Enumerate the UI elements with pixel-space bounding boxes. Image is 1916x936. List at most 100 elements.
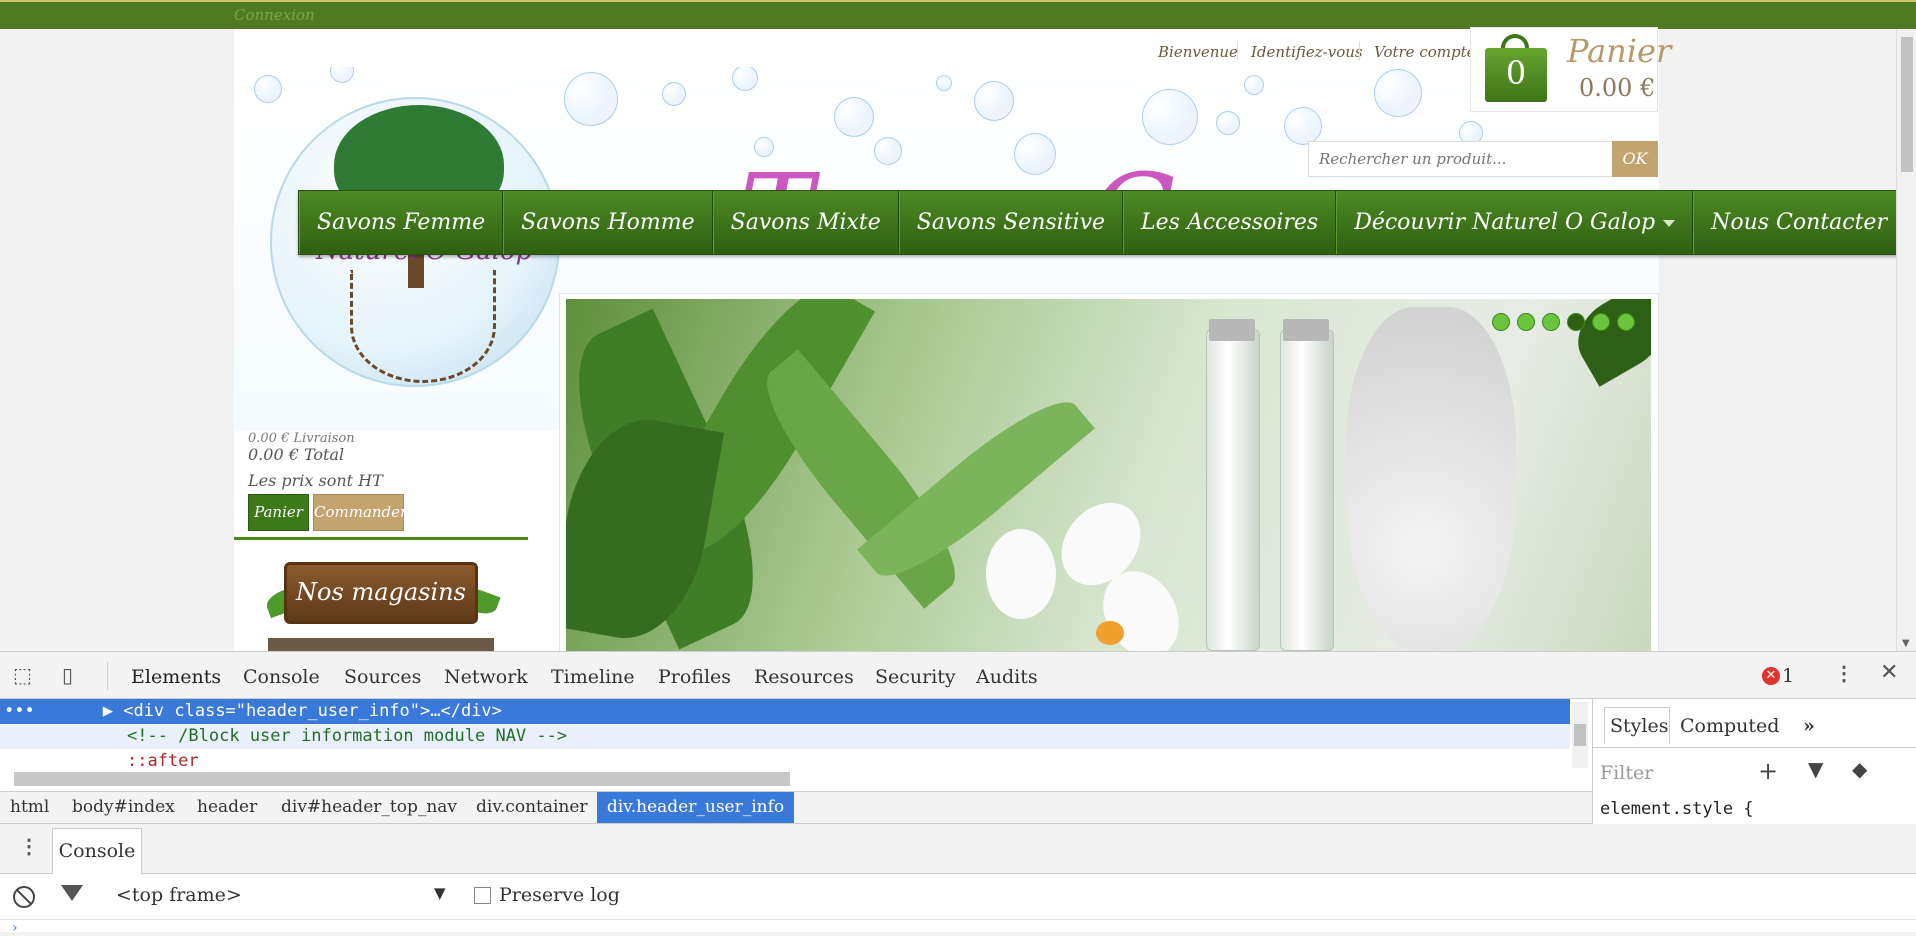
tab-profiles[interactable]: Profiles [658,666,731,688]
console-prompt-icon[interactable]: › [12,920,18,936]
element-state-icon[interactable]: ◆ [1852,757,1867,781]
cart-block[interactable]: 0 Panier 0.00 € [1470,27,1671,112]
tab-timeline[interactable]: Timeline [551,666,635,688]
divider [107,662,108,690]
ellipsis-icon[interactable]: ••• [0,701,35,721]
error-count[interactable]: 1 [1782,665,1794,687]
cart-label: Panier [1567,32,1672,70]
breadcrumb-item-active[interactable]: div.header_user_info [597,792,794,823]
filter-icon[interactable] [61,885,83,901]
connexion-link[interactable]: Connexion [234,6,315,24]
bubble-decoration [1374,69,1422,117]
chevron-down-icon [1663,219,1676,227]
bubble-decoration [874,137,902,165]
login-link[interactable]: Identifiez-vous [1251,43,1363,61]
cart-amount: 0.00 € [1579,74,1656,102]
bottle-cap [1209,319,1255,341]
tab-resources[interactable]: Resources [754,666,854,688]
scroll-down-arrow-icon[interactable]: ▼ [1902,638,1910,649]
expand-arrow[interactable]: ▶ [35,701,123,721]
nav-item-savons-homme[interactable]: Savons Homme [503,191,713,254]
device-mode-icon[interactable]: ▯ [62,663,73,687]
slider-dot[interactable] [1517,313,1535,331]
drawer-menu-icon[interactable]: ⋮ [19,834,39,858]
account-link[interactable]: Votre compte [1374,43,1476,61]
bubble-decoration [254,75,282,103]
drawer-tab-console[interactable]: Console [52,828,142,874]
pin-icon[interactable]: ▼ [1808,757,1823,781]
bubble-decoration [662,82,686,106]
dom-node-selected[interactable]: ••• ▶ <div class="header_user_info">…</di… [0,699,1570,724]
nav-item-decouvrir[interactable]: Découvrir Naturel O Galop [1336,191,1694,254]
close-icon[interactable]: ✕ [1880,660,1898,685]
price-note: Les prix sont HT [248,471,383,490]
slider-dot[interactable] [1617,313,1635,331]
bubble-decoration [1014,133,1056,175]
elements-scrollbar[interactable] [1572,702,1588,768]
bottle [1206,329,1260,651]
tab-security[interactable]: Security [875,666,956,688]
herbal-pouch [1346,307,1516,652]
error-icon[interactable]: ✕ [1762,667,1780,685]
styles-filter-input[interactable]: Filter [1600,762,1653,784]
inspect-element-icon[interactable]: ⬚ [13,663,32,687]
element-style-rule[interactable]: element.style { [1600,799,1754,819]
search-button[interactable]: OK [1612,141,1658,177]
breadcrumb-item[interactable]: div#header_top_nav [281,797,457,817]
context-selector[interactable]: <top frame> [116,884,242,906]
breadcrumb-item[interactable]: html [10,797,49,817]
bubble-decoration [564,72,618,126]
cart-count: 0 [1505,54,1527,92]
nav-item-contact[interactable]: Nous Contacter [1693,191,1904,254]
page-scrollbar[interactable]: ▼ [1896,29,1916,651]
nav-item-savons-femme[interactable]: Savons Femme [299,191,504,254]
scrollbar-thumb[interactable] [1901,37,1913,172]
divider [1237,41,1238,61]
slider-dot[interactable] [1592,313,1610,331]
tab-audits[interactable]: Audits [976,666,1038,688]
clear-console-slash [16,889,32,905]
bubble-decoration [974,81,1014,121]
flower-petal [986,529,1056,619]
checkout-button[interactable]: Commander [313,494,407,531]
horizontal-scrollbar[interactable] [14,772,790,786]
bottle-cap [1283,319,1329,341]
dom-comment[interactable]: <!-- /Block user information module NAV … [0,724,1570,749]
shops-title[interactable]: Nos magasins [284,562,478,624]
breadcrumb-item[interactable]: div.container [476,797,588,817]
clear-console-icon[interactable] [13,886,35,908]
tab-styles[interactable]: Styles [1610,715,1668,737]
tab-computed[interactable]: Computed [1680,715,1779,737]
breadcrumb-item[interactable]: body#index [72,797,175,817]
nav-item-accessoires[interactable]: Les Accessoires [1123,191,1337,254]
logo-roots [350,270,496,383]
slider-dot[interactable] [1542,313,1560,331]
welcome-text: Bienvenue [1158,43,1238,61]
nav-item-savons-mixte[interactable]: Savons Mixte [712,191,899,254]
more-tabs-icon[interactable]: » [1803,715,1815,737]
tab-sources[interactable]: Sources [344,666,421,688]
scrollbar-thumb[interactable] [1574,724,1586,746]
total-line: 0.00 € Total [248,445,345,464]
breadcrumb-item[interactable]: header [197,797,257,817]
shop-image[interactable] [268,638,494,651]
nav-item-savons-sensitive[interactable]: Savons Sensitive [898,191,1124,254]
bubble-decoration [834,97,874,137]
divider [1359,41,1360,61]
search-input[interactable] [1308,141,1613,177]
tab-elements[interactable]: Elements [131,666,221,688]
bubble-decoration [1244,75,1264,95]
chevron-down-icon[interactable]: ▼ [434,884,446,902]
slider-pagination [1492,313,1635,331]
main-nav: Savons Femme Savons Homme Savons Mixte S… [298,190,1905,255]
slider-dot-active[interactable] [1567,313,1585,331]
add-rule-icon[interactable]: + [1758,757,1778,785]
bottle [1280,329,1334,651]
more-options-icon[interactable]: ⋮ [1834,661,1854,685]
preserve-log-checkbox[interactable] [474,887,491,904]
tab-network[interactable]: Network [444,666,528,688]
cart-button[interactable]: Panier [248,494,309,531]
dom-pseudo[interactable]: ::after [0,749,1570,774]
tab-console[interactable]: Console [243,666,320,688]
slider-dot[interactable] [1492,313,1510,331]
